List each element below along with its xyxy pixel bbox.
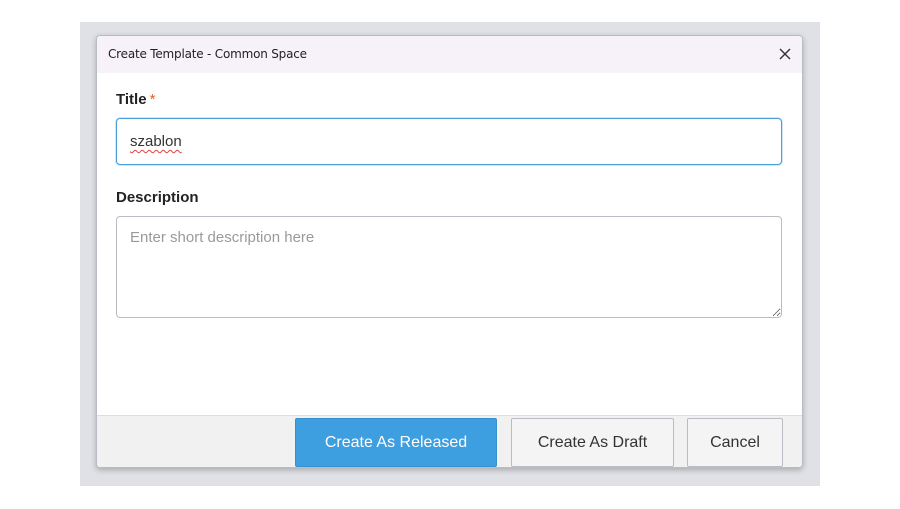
cancel-button[interactable]: Cancel xyxy=(687,418,783,467)
title-label-text: Title xyxy=(116,91,147,108)
create-template-dialog: Create Template - Common Space Title * sz… xyxy=(96,35,803,468)
dialog-footer: Create As Released Create As Draft Cance… xyxy=(97,415,802,467)
description-textarea[interactable] xyxy=(116,216,782,318)
description-label: Description xyxy=(116,189,199,206)
title-label: Title * xyxy=(116,91,155,108)
dialog-title: Create Template - Common Space xyxy=(108,47,307,61)
title-input-value: szablon xyxy=(130,133,182,150)
dialog-titlebar: Create Template - Common Space xyxy=(97,36,802,73)
create-as-released-button[interactable]: Create As Released xyxy=(295,418,497,467)
close-icon xyxy=(779,48,791,60)
required-marker: * xyxy=(149,91,156,108)
close-button[interactable] xyxy=(772,41,798,67)
title-input[interactable]: szablon xyxy=(116,118,782,165)
create-as-draft-button[interactable]: Create As Draft xyxy=(511,418,674,467)
